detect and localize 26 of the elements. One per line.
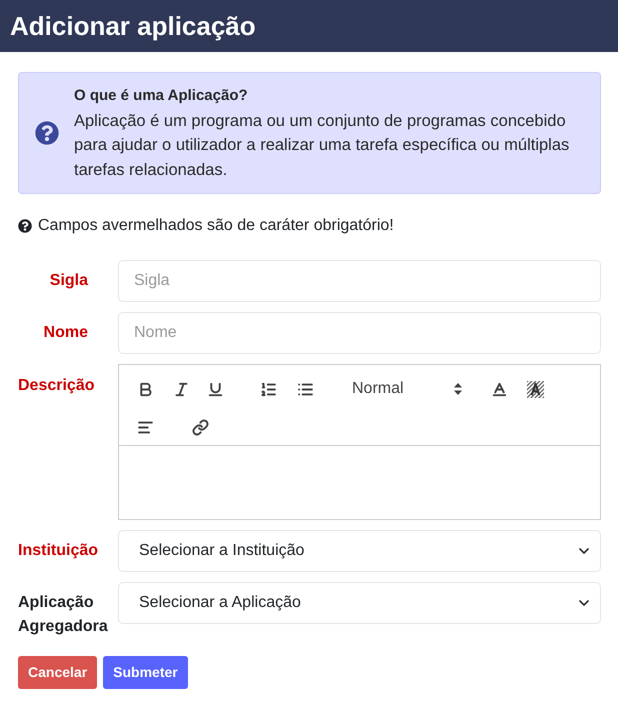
cancel-button[interactable]: Cancelar	[18, 656, 98, 689]
field-label: Nome	[44, 323, 88, 343]
text-color-icon	[490, 380, 508, 398]
info-title: O que é uma Aplicação?	[74, 86, 248, 106]
select-field[interactable]: Selecionar a Aplicação	[118, 582, 601, 624]
info-text: Aplicação é um programa ou um conjunto de programas concebido para ajudar o utilizador a realizar uma tarefa específica ou múltiplas tarefas relacionadas.	[74, 110, 570, 180]
required-note: Campos avermelhados são de caráter obrigatório!	[38, 216, 394, 236]
align-left-icon	[136, 418, 154, 436]
rich-text-editor[interactable]: Normal	[118, 364, 601, 520]
field-label: Aplicação Agregadora	[18, 593, 109, 637]
numbered-list-icon	[260, 380, 276, 398]
link-icon	[192, 418, 208, 436]
bullet-list-icon	[296, 380, 314, 398]
underline-icon	[206, 380, 224, 398]
heading-picker[interactable]: Normal	[338, 377, 464, 401]
input-field[interactable]: Sigla	[118, 260, 601, 302]
field-label: Descrição	[18, 376, 94, 396]
select-field[interactable]: Selecionar a Instituição	[118, 530, 601, 572]
submit-button[interactable]: Submeter	[103, 656, 188, 689]
italic-icon	[172, 380, 190, 398]
highlight-color-icon	[526, 380, 544, 398]
page-title: Adicionar aplicação	[10, 13, 256, 39]
field-label: Instituição	[18, 541, 98, 561]
field-label: Sigla	[50, 271, 88, 291]
input-field[interactable]: Nome	[118, 312, 601, 354]
up-down-arrows-icon	[454, 383, 462, 395]
